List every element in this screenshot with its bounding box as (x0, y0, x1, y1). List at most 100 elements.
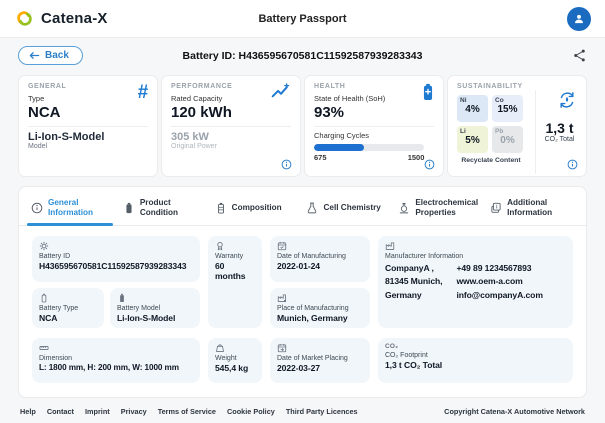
health-section-label: HEALTH (314, 83, 434, 90)
manufacturer-contact: +49 89 1234567893 www.oem-a.com info@com… (456, 262, 542, 302)
brand-name: Catena-X (41, 10, 108, 27)
footer-link-imprint[interactable]: Imprint (85, 407, 110, 416)
footer-link-privacy[interactable]: Privacy (121, 407, 147, 416)
tab-electrochemical-properties[interactable]: Electrochemical Properties (394, 187, 486, 225)
divider (535, 90, 536, 174)
passport-header-bar: Back Battery ID: H436595670581C115925879… (0, 38, 605, 73)
charging-cycles-bar (314, 144, 424, 151)
type-label: Type (28, 94, 148, 103)
info-icon (281, 159, 292, 170)
co2-icon: CO₂ (385, 343, 566, 350)
share-button[interactable] (572, 48, 587, 63)
rated-capacity-value: 120 kWh (171, 104, 291, 121)
award-icon (215, 241, 225, 251)
footer-link-cookie-policy[interactable]: Cookie Policy (227, 407, 275, 416)
back-button[interactable]: Back (18, 46, 83, 65)
field-battery-id: Battery ID H436595670581C115925879392833… (32, 236, 200, 282)
brand-logo[interactable]: Catena-X (14, 8, 108, 29)
battery-model-value: Li-Ion-S-Model (28, 131, 148, 143)
recyclate-content-label: Recyclate Content (457, 157, 525, 164)
health-info-button[interactable] (424, 159, 435, 170)
general-section-label: GENERAL (28, 83, 148, 90)
battery-cells-icon (215, 202, 227, 214)
footer: Help Contact Imprint Privacy Terms of Se… (0, 398, 605, 423)
info-icon (31, 202, 43, 214)
material-chip-pb: Pb 0% (492, 126, 523, 153)
field-dimension: Dimension L: 1800 mm, H: 200 mm, W: 1000… (32, 338, 200, 383)
performance-info-button[interactable] (281, 159, 292, 170)
ruler-icon (39, 343, 49, 353)
co2-total-value: 1,3 t (545, 120, 573, 136)
charging-cycles-label: Charging Cycles (314, 131, 434, 140)
field-battery-type: Battery Type NCA (32, 288, 104, 328)
battery-charge-icon (422, 83, 434, 102)
weight-icon (215, 343, 225, 353)
calendar-arrow-icon (277, 343, 287, 353)
battery-id-heading: Battery ID: H436595670581C11592587939283… (183, 50, 423, 62)
sustainability-card: SUSTAINABILITY Ni 4% Co 15% Li 5% (447, 75, 587, 177)
field-place-of-manufacturing: Place of Manufacturing Munich, Germany (270, 288, 370, 328)
page-title: Battery Passport (258, 13, 346, 25)
gear-icon (39, 241, 49, 251)
battery-icon (123, 202, 135, 214)
co2-total-label: CO₂ Total (545, 136, 575, 143)
battery-type-value: NCA (28, 104, 148, 121)
trending-chart-icon (271, 83, 291, 100)
field-co2-footprint: CO₂ CO₂ Footprint 1,3 t CO₂ Total (378, 338, 573, 383)
info-icon (424, 159, 435, 170)
material-grid: Ni 4% Co 15% Li 5% Pb 0% (457, 95, 529, 153)
field-battery-model: Battery Model Li-Ion-S-Model (110, 288, 200, 328)
footer-copyright: Copyright Catena-X Automotive Network (444, 407, 585, 416)
manufacturer-address: CompanyA , 81345 Munich, Germany (385, 262, 442, 302)
divider (314, 126, 434, 127)
material-chip-ni: Ni 4% (457, 95, 488, 122)
health-card: HEALTH State of Health (SoH) 93% Chargin… (304, 75, 444, 177)
summary-cards-row: GENERAL # Type NCA Li-Ion-S-Model Model … (0, 73, 605, 177)
catena-x-logo-icon (14, 8, 35, 29)
cycles-current: 675 (314, 153, 327, 162)
tab-product-condition[interactable]: Product Condition (119, 187, 211, 225)
user-icon (572, 12, 586, 26)
cycles-max: 1500 (408, 153, 425, 162)
original-power-value: 305 kW (171, 131, 291, 143)
battery-filled-icon (117, 293, 127, 303)
field-date-of-manufacturing: Date of Manufacturing 2022-01-24 (270, 236, 370, 282)
top-bar: Catena-X Battery Passport (0, 0, 605, 38)
tab-general-information[interactable]: General Information (27, 187, 119, 225)
footer-link-help[interactable]: Help (20, 407, 36, 416)
user-account-button[interactable] (567, 7, 591, 31)
general-card: GENERAL # Type NCA Li-Ion-S-Model Model (18, 75, 158, 177)
flask-icon (306, 202, 318, 214)
sustainability-info-button[interactable] (567, 159, 578, 170)
model-label: Model (28, 143, 148, 150)
share-icon (572, 48, 587, 63)
tab-composition[interactable]: Composition (211, 187, 303, 225)
hash-icon: # (137, 83, 148, 102)
divider (28, 126, 148, 127)
field-weight: Weight 545,4 kg (208, 338, 262, 383)
footer-link-terms[interactable]: Terms of Service (158, 407, 216, 416)
performance-card: PERFORMANCE Rated Capacity 120 kWh 305 k… (161, 75, 301, 177)
soh-label: State of Health (SoH) (314, 94, 434, 103)
recycle-icon (557, 90, 577, 110)
original-power-label: Original Power (171, 143, 291, 150)
electrochemical-icon (398, 202, 410, 214)
tab-bar: General Information Product Condition Co… (19, 187, 586, 226)
footer-link-contact[interactable]: Contact (47, 407, 74, 416)
back-arrow-icon (29, 51, 40, 60)
detail-panel: General Information Product Condition Co… (18, 186, 587, 398)
field-manufacturer-information: Manufacturer Information CompanyA , 8134… (378, 236, 573, 328)
battery-outline-icon (39, 293, 49, 303)
material-chip-co: Co 15% (492, 95, 523, 122)
calendar-check-icon (277, 241, 287, 251)
factory-pin-icon (277, 293, 287, 303)
tab-cell-chemistry[interactable]: Cell Chemistry (302, 187, 394, 225)
field-warranty: Warranty 60 months (208, 236, 262, 328)
factory-icon (385, 241, 395, 251)
charging-cycles-fill (314, 144, 364, 151)
footer-link-third-party-licences[interactable]: Third Party Licences (286, 407, 358, 416)
pages-info-icon (490, 202, 502, 214)
tab-additional-information[interactable]: Additional Information (486, 187, 578, 225)
divider (171, 126, 291, 127)
sustainability-section-label: SUSTAINABILITY (457, 83, 577, 90)
